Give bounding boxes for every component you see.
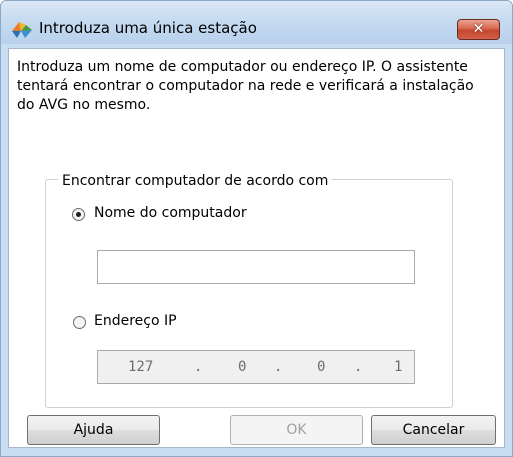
group-label: Encontrar computador de acordo com xyxy=(58,173,333,189)
ip-separator: . xyxy=(354,359,363,375)
radio-computer-name[interactable] xyxy=(72,208,85,221)
radio-ip-address-label[interactable]: Endereço IP xyxy=(94,313,177,329)
ip-octet-2: 0 xyxy=(238,359,247,375)
cancel-button[interactable]: Cancelar xyxy=(371,415,496,445)
close-button[interactable]: ✕ xyxy=(457,19,500,40)
ok-button[interactable]: OK xyxy=(230,415,363,445)
instruction-text: Introduza um nome de computador ou ender… xyxy=(17,59,474,113)
ip-octet-3: 0 xyxy=(317,359,326,375)
avg-logo-icon xyxy=(12,22,32,38)
computer-name-input[interactable] xyxy=(97,250,415,284)
radio-ip-address[interactable] xyxy=(73,316,86,329)
close-icon: ✕ xyxy=(472,21,485,37)
ip-address-field: 127 . 0 . 0 . 1 xyxy=(97,350,415,384)
title-bar[interactable]: Introduza uma única estação ✕ xyxy=(1,1,512,44)
ip-octet-1: 127 xyxy=(128,359,154,375)
ip-octet-4: 1 xyxy=(394,359,403,375)
radio-computer-name-label[interactable]: Nome do computador xyxy=(94,205,247,221)
ip-separator: . xyxy=(274,359,283,375)
ip-separator: . xyxy=(194,359,203,375)
help-button[interactable]: Ajuda xyxy=(27,415,160,445)
window-title: Introduza uma única estação xyxy=(39,19,257,37)
